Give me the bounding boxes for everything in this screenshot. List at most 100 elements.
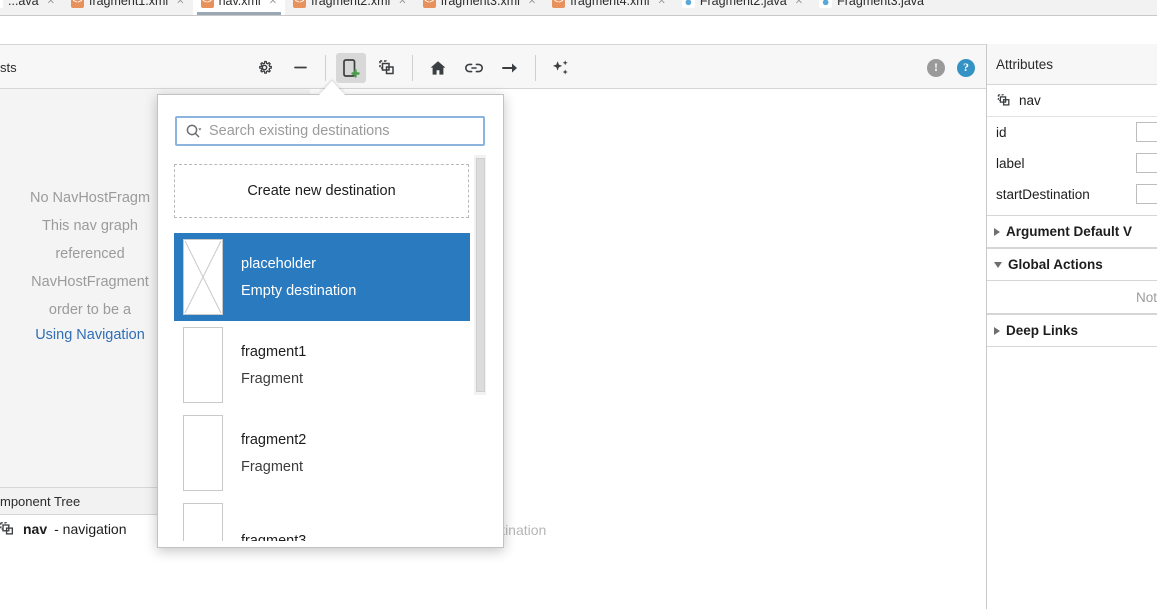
create-new-destination-button[interactable]: Create new destination bbox=[174, 164, 469, 218]
label-field[interactable] bbox=[1136, 153, 1157, 173]
attributes-selected-component: nav bbox=[987, 85, 1157, 117]
toolbar-divider-3 bbox=[535, 54, 536, 81]
home-icon[interactable] bbox=[423, 53, 453, 83]
start-destination-field[interactable] bbox=[1136, 184, 1157, 204]
close-icon[interactable]: ✕ bbox=[269, 0, 277, 7]
editor-tab-0[interactable]: ● ...ava ✕ bbox=[0, 0, 63, 15]
editor-tab-5[interactable]: <> fragment4.xml ✕ bbox=[544, 0, 674, 15]
destination-texts: fragment2 Fragment bbox=[241, 432, 306, 475]
destination-texts: fragment1 Fragment bbox=[241, 344, 306, 387]
section-label: Argument Default V bbox=[1006, 224, 1133, 239]
tab-label: fragment2.xml bbox=[311, 0, 391, 8]
global-actions-empty-text: Not bbox=[987, 281, 1157, 314]
editor-tab-1[interactable]: <> fragment1.xml ✕ bbox=[63, 0, 193, 15]
component-tree-root-type: - navigation bbox=[54, 521, 127, 537]
attribute-row-id: id bbox=[987, 117, 1157, 148]
destination-texts: fragment3 bbox=[241, 533, 306, 541]
action-arrow-icon[interactable] bbox=[495, 53, 525, 83]
attribute-label: label bbox=[996, 156, 1025, 171]
editor-tab-nav-xml[interactable]: <> nav.xml ✕ bbox=[192, 0, 286, 15]
close-icon[interactable]: ✕ bbox=[528, 0, 536, 7]
destination-item-fragment1[interactable]: fragment1 Fragment bbox=[174, 321, 470, 409]
empty-destination-thumb bbox=[183, 239, 223, 315]
search-icon bbox=[185, 123, 203, 139]
java-file-icon: ● bbox=[819, 0, 833, 8]
close-icon[interactable]: ✕ bbox=[398, 0, 406, 7]
destination-name: placeholder bbox=[241, 255, 316, 272]
xml-file-icon: <> bbox=[293, 0, 307, 8]
component-tree-root-name: nav bbox=[23, 521, 48, 537]
warning-icon[interactable]: ! bbox=[927, 58, 945, 77]
toolbar-icon-group bbox=[246, 45, 579, 90]
destination-item-placeholder[interactable]: placeholder Empty destination bbox=[174, 233, 470, 321]
tab-label: Fragment2.java bbox=[699, 0, 787, 8]
destination-name: fragment2 bbox=[241, 431, 307, 448]
destination-item-fragment3[interactable]: fragment3 bbox=[174, 497, 470, 541]
section-label: Global Actions bbox=[1008, 257, 1103, 272]
toolbar-divider-1 bbox=[325, 54, 326, 81]
close-icon[interactable]: ✕ bbox=[176, 0, 184, 7]
design-toolbar: sts ! ? bbox=[0, 44, 986, 89]
editor-tab-4[interactable]: <> fragment3.xml ✕ bbox=[415, 0, 545, 15]
section-global-actions[interactable]: Global Actions bbox=[987, 248, 1157, 281]
close-icon[interactable]: ✕ bbox=[657, 0, 665, 7]
destination-subtitle: Empty destination bbox=[241, 282, 357, 299]
tab-label: ...ava bbox=[8, 0, 39, 8]
navigation-editor-window: ● ...ava ✕ <> fragment1.xml ✕ <> nav.xml… bbox=[0, 0, 1157, 609]
destination-name: fragment3 bbox=[241, 533, 307, 541]
chevron-down-icon bbox=[994, 261, 1002, 268]
destination-subtitle: Fragment bbox=[241, 370, 304, 387]
xml-file-icon: <> bbox=[422, 0, 436, 8]
section-label: Deep Links bbox=[1006, 323, 1079, 338]
tab-label: fragment4.xml bbox=[570, 0, 650, 8]
editor-tab-3[interactable]: <> fragment2.xml ✕ bbox=[285, 0, 415, 15]
fragment-thumb bbox=[183, 503, 223, 541]
xml-file-icon: <> bbox=[552, 0, 566, 8]
tab-label: Fragment3.java bbox=[837, 0, 924, 8]
attribute-row-label: label bbox=[987, 148, 1157, 179]
attribute-label: id bbox=[996, 125, 1007, 140]
destination-picker-popup: Search existing destinations Create new … bbox=[157, 94, 504, 548]
tab-label: fragment1.xml bbox=[88, 0, 169, 8]
attributes-selected-label: nav bbox=[1019, 93, 1041, 108]
auto-arrange-icon[interactable] bbox=[546, 53, 576, 83]
java-file-icon: ● bbox=[681, 0, 695, 8]
editor-tab-bar: ● ...ava ✕ <> fragment1.xml ✕ <> nav.xml… bbox=[0, 0, 1157, 16]
destination-item-fragment2[interactable]: fragment2 Fragment bbox=[174, 409, 470, 497]
attributes-panel: Attributes nav id label startDestination bbox=[986, 44, 1157, 609]
attribute-label: startDestination bbox=[996, 187, 1090, 202]
chevron-right-icon bbox=[994, 326, 1000, 335]
nested-graph-icon bbox=[996, 93, 1012, 108]
help-icon[interactable]: ? bbox=[957, 58, 975, 77]
close-icon[interactable]: ✕ bbox=[795, 0, 803, 7]
toolbar-status-group: ! ? bbox=[927, 45, 975, 90]
destination-texts: placeholder Empty destination bbox=[241, 256, 356, 299]
destination-list-scrollbar-thumb[interactable] bbox=[476, 158, 485, 392]
close-icon[interactable]: ✕ bbox=[47, 0, 55, 7]
attributes-panel-title: Attributes bbox=[987, 44, 1157, 85]
destination-subtitle: Fragment bbox=[241, 458, 304, 475]
fragment-thumb bbox=[183, 415, 223, 491]
section-argument-default-values[interactable]: Argument Default V bbox=[987, 215, 1157, 248]
section-deep-links[interactable]: Deep Links bbox=[987, 314, 1157, 347]
nested-graph-icon bbox=[0, 521, 16, 537]
chevron-right-icon bbox=[994, 227, 1000, 236]
search-destinations-field[interactable]: Search existing destinations bbox=[175, 116, 485, 146]
java-file-icon: ● bbox=[0, 0, 3, 8]
fragment-thumb bbox=[183, 327, 223, 403]
id-field[interactable] bbox=[1136, 122, 1157, 142]
new-destination-icon[interactable] bbox=[336, 52, 366, 83]
nested-graph-icon[interactable] bbox=[372, 53, 402, 83]
destination-list[interactable]: placeholder Empty destination fragment1 … bbox=[174, 233, 486, 541]
toolbar-divider-2 bbox=[412, 54, 413, 81]
xml-file-icon: <> bbox=[200, 0, 214, 8]
minus-icon[interactable] bbox=[285, 53, 315, 83]
attribute-row-startdestination: startDestination bbox=[987, 179, 1157, 210]
popup-pointer-arrow bbox=[319, 81, 345, 95]
link-icon[interactable] bbox=[459, 53, 489, 83]
editor-tab-6[interactable]: ● Fragment2.java ✕ bbox=[674, 0, 811, 15]
gear-icon[interactable] bbox=[249, 53, 279, 83]
editor-tab-7[interactable]: ● Fragment3.java bbox=[811, 0, 932, 15]
search-placeholder: Search existing destinations bbox=[209, 123, 390, 139]
palette-label: sts bbox=[0, 59, 17, 75]
